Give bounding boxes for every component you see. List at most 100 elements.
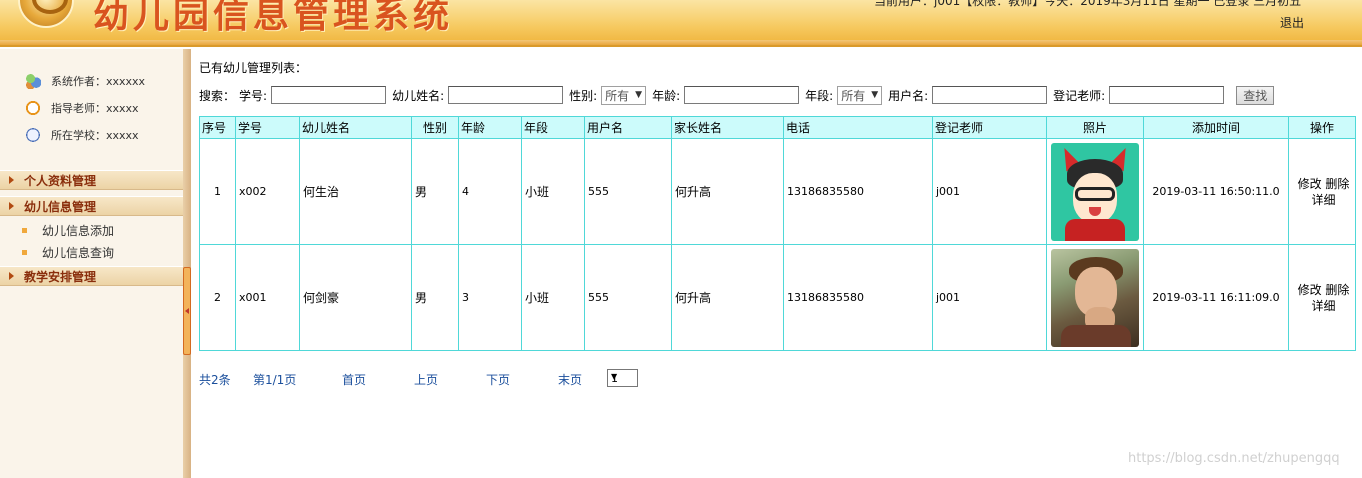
column-header: 幼儿姓名	[299, 116, 412, 139]
row-actions: 修改 删除 详细	[1292, 176, 1355, 208]
delete-link[interactable]: 删除	[1325, 177, 1349, 191]
student-no-label: 学号:	[239, 88, 268, 103]
cell-grade: 小班	[521, 138, 585, 245]
sidebar-info-teacher: 指导老师：xxxxx	[25, 100, 139, 116]
cell-actions: 修改 删除 详细	[1288, 138, 1356, 245]
pager-last-link[interactable]: 末页	[558, 371, 582, 388]
cell-gender: 男	[411, 244, 459, 351]
sidebar-info-school: 所在学校：xxxxx	[25, 127, 139, 143]
teacher-input[interactable]	[1109, 86, 1225, 104]
menu-group-teaching[interactable]: 教学安排管理	[0, 266, 183, 286]
school-label: 所在学校：xxxxx	[51, 129, 139, 142]
edit-link[interactable]: 修改	[1298, 177, 1322, 191]
logout-link[interactable]: 退出	[1280, 14, 1304, 31]
cell-teacher: j001	[932, 244, 1047, 351]
watermark-text: https://blog.csdn.net/zhupengqq	[1128, 451, 1340, 466]
detail-link[interactable]: 详细	[1311, 299, 1335, 313]
teacher-label: 指导老师：xxxxx	[51, 102, 139, 115]
users-icon	[25, 73, 41, 89]
menu-group-label: 个人资料管理	[24, 173, 97, 188]
sidebar-info-author: 系统作者：xxxxxx	[25, 73, 145, 89]
table-row: 1 x002 何生治 男 4 小班 555 何升高 13186835580 j0…	[199, 138, 1356, 245]
bullet-icon	[22, 249, 27, 255]
cell-index: 2	[199, 244, 236, 351]
age-label: 年龄:	[652, 88, 681, 103]
cell-teacher: j001	[932, 138, 1047, 245]
grade-select[interactable]: 所有 ▼	[837, 85, 883, 105]
column-header: 照片	[1046, 116, 1144, 139]
cell-name: 何剑豪	[299, 244, 412, 351]
cell-photo	[1046, 244, 1144, 351]
triangle-right-icon	[9, 202, 14, 210]
column-header: 年段	[521, 116, 585, 139]
gender-label: 性别:	[569, 88, 598, 103]
table-header-row: 序号 学号 幼儿姓名 性别 年龄 年段 用户名 家长姓名 电话 登记老师 照片 …	[199, 116, 1356, 139]
column-header: 性别	[411, 116, 459, 139]
cell-parent: 何升高	[671, 244, 784, 351]
menu-group-profile[interactable]: 个人资料管理	[0, 170, 183, 190]
list-title: 已有幼儿管理列表：	[199, 61, 308, 75]
search-button[interactable]: 查找	[1236, 85, 1275, 105]
gender-select-value: 所有	[605, 88, 630, 103]
pager-next-link[interactable]: 下页	[486, 371, 510, 388]
edit-link[interactable]: 修改	[1298, 283, 1322, 297]
student-no-input[interactable]	[271, 86, 387, 104]
username-label: 用户名:	[888, 88, 929, 103]
menu-item-child-add[interactable]: 幼儿信息添加	[22, 221, 114, 239]
cell-added-time: 2019-03-11 16:11:09.0	[1143, 244, 1289, 351]
cell-age: 4	[458, 138, 522, 245]
cell-phone: 13186835580	[783, 244, 933, 351]
search-prefix: 搜索：	[199, 88, 236, 103]
grade-select-value: 所有	[841, 88, 866, 103]
column-header: 学号	[235, 116, 300, 139]
sidebar: 系统作者：xxxxxx 指导老师：xxxxx 所在学校：xxxxx 个人资料管理…	[0, 49, 183, 478]
cell-age: 3	[458, 244, 522, 351]
compass-icon	[25, 127, 41, 143]
menu-group-child-info[interactable]: 幼儿信息管理	[0, 196, 183, 216]
delete-link[interactable]: 删除	[1325, 283, 1349, 297]
name-input[interactable]	[448, 86, 564, 104]
username-input[interactable]	[932, 86, 1048, 104]
detail-link[interactable]: 详细	[1311, 193, 1335, 207]
gender-select[interactable]: 所有 ▼	[601, 85, 647, 105]
triangle-right-icon	[9, 272, 14, 280]
sidebar-collapse-toggle[interactable]	[183, 267, 191, 355]
column-header: 家长姓名	[671, 116, 784, 139]
menu-item-label: 幼儿信息添加	[42, 223, 115, 238]
bullet-icon	[22, 227, 27, 233]
sidebar-splitter	[183, 49, 191, 478]
pager-prev-link[interactable]: 上页	[414, 371, 438, 388]
cell-student-no: x001	[235, 244, 300, 351]
cell-photo	[1046, 138, 1144, 245]
dropdown-arrow-icon: ▼	[611, 372, 618, 381]
cell-actions: 修改 删除 详细	[1288, 244, 1356, 351]
cell-gender: 男	[411, 138, 459, 245]
cell-added-time: 2019-03-11 16:50:11.0	[1143, 138, 1289, 245]
column-header: 添加时间	[1143, 116, 1289, 139]
menu-item-label: 幼儿信息查询	[42, 245, 115, 260]
pager-page-info: 第1/1页	[253, 373, 297, 387]
site-title: 幼儿园信息管理系统	[93, 0, 454, 36]
column-header: 操作	[1288, 116, 1356, 139]
page-select[interactable]: 1 ▼	[607, 369, 638, 387]
teacher-label: 登记老师:	[1053, 88, 1106, 103]
name-label: 幼儿姓名:	[392, 88, 445, 103]
user-info: 当前用户：j001【权限：教师】今天：2019年3月11日 星期一 已登录 三月…	[874, 0, 1302, 8]
clock-icon	[25, 100, 41, 116]
column-header: 序号	[199, 116, 236, 139]
author-label: 系统作者：xxxxxx	[51, 75, 146, 88]
age-input[interactable]	[684, 86, 800, 104]
child-table: 序号 学号 幼儿姓名 性别 年龄 年段 用户名 家长姓名 电话 登记老师 照片 …	[199, 116, 1356, 351]
header-divider	[0, 40, 1362, 45]
row-actions: 修改 删除 详细	[1292, 282, 1355, 314]
pager-first-link[interactable]: 首页	[342, 371, 366, 388]
grade-label: 年段:	[805, 88, 834, 103]
cartoon-avatar-image	[1051, 142, 1139, 241]
header-bar: 幼儿园信息管理系统 当前用户：j001【权限：教师】今天：2019年3月11日 …	[0, 0, 1362, 47]
triangle-right-icon	[9, 176, 14, 184]
menu-item-child-query[interactable]: 幼儿信息查询	[22, 243, 114, 261]
column-header: 登记老师	[932, 116, 1047, 139]
dropdown-arrow-icon: ▼	[871, 90, 879, 100]
child-photo-image	[1051, 248, 1139, 347]
cell-student-no: x002	[235, 138, 300, 245]
